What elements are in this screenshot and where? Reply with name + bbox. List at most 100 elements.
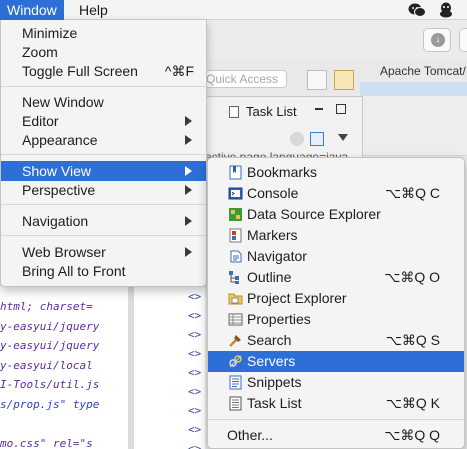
menu-item-label: Appearance bbox=[22, 132, 98, 148]
folder-icon bbox=[228, 293, 243, 305]
maximize-view-icon[interactable] bbox=[336, 104, 346, 114]
menu-separator bbox=[1, 204, 206, 205]
minimize-view-icon[interactable] bbox=[315, 108, 323, 110]
tag-marker-icon: <> bbox=[188, 442, 202, 449]
outline-icon bbox=[229, 271, 239, 284]
menu-item-toggle-full-screen[interactable]: Toggle Full Screen ^⌘F bbox=[1, 61, 206, 81]
data-source-icon bbox=[229, 208, 242, 221]
submenu-item-label: Servers bbox=[247, 353, 296, 369]
submenu-item-bookmarks[interactable]: Bookmarks bbox=[208, 162, 464, 183]
menu-item-label: Bring All to Front bbox=[22, 263, 126, 279]
tag-marker-icon: <> bbox=[188, 347, 202, 360]
submenu-item-properties[interactable]: Properties bbox=[208, 309, 464, 330]
menu-item-perspective[interactable]: Perspective bbox=[1, 180, 206, 200]
tag-marker-icon: <> bbox=[188, 423, 202, 436]
menu-item-navigation[interactable]: Navigation bbox=[1, 211, 206, 231]
menu-item-bring-all-to-front[interactable]: Bring All to Front bbox=[1, 261, 206, 281]
submenu-item-label: Properties bbox=[247, 311, 311, 327]
tag-marker-icon: <> bbox=[188, 385, 202, 398]
menu-item-zoom[interactable]: Zoom bbox=[1, 42, 206, 62]
tag-marker-icon: <> bbox=[188, 328, 202, 341]
submenu-arrow-icon bbox=[185, 216, 192, 226]
quick-access-input[interactable]: Quick Access bbox=[199, 70, 287, 88]
menu-item-label: Show View bbox=[22, 163, 92, 179]
code-line: I-Tools/util.js bbox=[0, 378, 100, 391]
submenu-item-servers[interactable]: Servers bbox=[208, 351, 464, 372]
active-tab-strip bbox=[360, 82, 467, 96]
editor-area-right bbox=[363, 96, 467, 156]
shortcut-label: ⌥⌘Q O bbox=[384, 269, 440, 285]
submenu-item-task-list[interactable]: Task List ⌥⌘Q K bbox=[208, 393, 464, 414]
menubar-window[interactable]: Window bbox=[0, 0, 64, 20]
menu-bar: Window Help bbox=[0, 0, 467, 20]
submenu-item-snippets[interactable]: Snippets bbox=[208, 372, 464, 393]
menu-item-editor[interactable]: Editor bbox=[1, 111, 206, 131]
submenu-item-label: Markers bbox=[247, 227, 298, 243]
submenu-item-project-explorer[interactable]: Project Explorer bbox=[208, 288, 464, 309]
submenu-item-label: Bookmarks bbox=[247, 164, 318, 180]
download-icon: ↓ bbox=[431, 33, 445, 47]
wechat-icon[interactable] bbox=[408, 2, 426, 18]
menu-item-label: Minimize bbox=[22, 25, 78, 41]
download-button[interactable]: ↓ bbox=[423, 28, 451, 52]
menu-item-new-window[interactable]: New Window bbox=[1, 92, 206, 112]
shortcut-label: ^⌘F bbox=[164, 63, 194, 79]
menu-separator bbox=[1, 235, 206, 236]
submenu-item-search[interactable]: Search ⌥⌘Q S bbox=[208, 330, 464, 351]
shortcut-label: ⌥⌘Q K bbox=[385, 395, 440, 411]
menu-item-show-view[interactable]: Show View bbox=[1, 161, 206, 181]
submenu-item-console[interactable]: Console ⌥⌘Q C bbox=[208, 183, 464, 204]
view-menu-icon[interactable] bbox=[338, 134, 348, 141]
toolbar-button-partial[interactable] bbox=[459, 28, 467, 52]
submenu-arrow-icon bbox=[185, 116, 192, 126]
markers-icon bbox=[229, 228, 242, 243]
submenu-item-label: Other... bbox=[227, 427, 273, 443]
code-line: y-easyui/jquery bbox=[0, 319, 100, 333]
shortcut-label: ⌥⌘Q S bbox=[385, 332, 440, 348]
submenu-arrow-icon bbox=[185, 166, 192, 176]
submenu-item-outline[interactable]: Outline ⌥⌘Q O bbox=[208, 267, 464, 288]
menu-item-minimize[interactable]: Minimize bbox=[1, 23, 206, 43]
properties-icon bbox=[228, 313, 243, 326]
menu-item-label: Navigation bbox=[22, 213, 89, 229]
menu-item-label: Zoom bbox=[22, 44, 58, 60]
open-perspective-icon[interactable] bbox=[307, 70, 327, 90]
menu-separator bbox=[208, 419, 464, 420]
navigator-icon bbox=[230, 250, 242, 263]
tag-marker-icon: <> bbox=[188, 309, 202, 322]
submenu-item-label: Data Source Explorer bbox=[247, 206, 381, 222]
menu-separator bbox=[1, 154, 206, 155]
filter-icon[interactable] bbox=[290, 132, 304, 146]
menu-item-appearance[interactable]: Appearance bbox=[1, 130, 206, 150]
window-menu: Minimize Zoom Toggle Full Screen ^⌘F New … bbox=[0, 20, 207, 287]
editor-gutter bbox=[128, 286, 134, 449]
shortcut-label: ⌥⌘Q Q bbox=[384, 427, 440, 443]
servers-icon bbox=[229, 355, 242, 368]
console-icon bbox=[228, 187, 243, 200]
tab-apache-tomcat[interactable]: Apache Tomcat/ bbox=[372, 60, 467, 82]
submenu-item-label: Console bbox=[247, 185, 299, 201]
shortcut-label: ⌥⌘Q C bbox=[384, 185, 440, 201]
menu-item-web-browser[interactable]: Web Browser bbox=[1, 242, 206, 262]
submenu-item-markers[interactable]: Markers bbox=[208, 225, 464, 246]
task-list-toolbar bbox=[290, 132, 350, 148]
menubar-help[interactable]: Help bbox=[72, 0, 115, 20]
code-line: html; charset= bbox=[0, 300, 93, 313]
submenu-arrow-icon bbox=[185, 247, 192, 257]
submenu-item-label: Project Explorer bbox=[247, 290, 347, 306]
submenu-item-navigator[interactable]: Navigator bbox=[208, 246, 464, 267]
task-list-tab-icon bbox=[229, 106, 239, 118]
submenu-item-label: Outline bbox=[247, 269, 292, 285]
tab-task-list[interactable]: Task List bbox=[246, 104, 297, 119]
code-line: y-easyui/jquery bbox=[0, 339, 100, 352]
menu-item-label: New Window bbox=[22, 94, 104, 110]
focus-icon[interactable] bbox=[310, 132, 324, 146]
bookmark-icon bbox=[229, 165, 242, 180]
submenu-item-label: Task List bbox=[247, 395, 302, 411]
submenu-item-data-source-explorer[interactable]: Data Source Explorer bbox=[208, 204, 464, 225]
java-ee-perspective-icon[interactable] bbox=[334, 70, 354, 90]
task-list-icon bbox=[229, 396, 242, 411]
qq-icon[interactable] bbox=[437, 2, 455, 18]
menu-item-label: Perspective bbox=[22, 182, 96, 198]
submenu-item-other[interactable]: Other... ⌥⌘Q Q bbox=[208, 425, 464, 446]
